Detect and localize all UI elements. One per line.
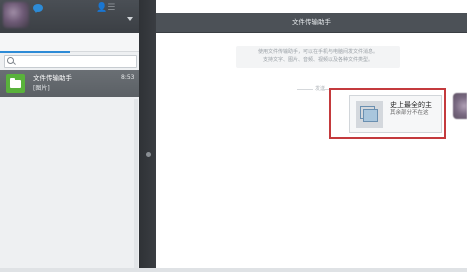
intro-line: 使用文件传输助手，可以在手机与电脑间发文件消息。 (257, 49, 378, 55)
search-icon (7, 57, 14, 64)
contact-avatar[interactable] (453, 93, 467, 119)
intro-message: 使用文件传输助手，可以在手机与电脑间发文件消息。 支持文字、图片、音频、视频以及… (236, 46, 400, 68)
divider-handle[interactable] (146, 152, 151, 157)
sidebar-tabs (0, 33, 139, 52)
intro-line: 支持文字、图片、音频、视频以及各种文件类型。 (262, 57, 373, 63)
chat-header: 文件传输助手 (156, 13, 467, 33)
chat-title: 文件传输助手 (292, 18, 331, 26)
chat-area (156, 33, 467, 272)
active-tab-indicator (0, 51, 70, 53)
sidebar-scrollbar[interactable] (134, 99, 138, 272)
separator-line (297, 89, 313, 90)
highlight-box (329, 88, 446, 139)
folder-icon (6, 74, 25, 93)
chevron-down-icon[interactable] (127, 17, 133, 21)
panel-divider[interactable] (139, 0, 156, 272)
bottom-edge (0, 268, 467, 272)
conversation-time: 8:53 (121, 74, 135, 81)
user-avatar[interactable] (3, 2, 29, 28)
contacts-icon[interactable]: 👤☰ (96, 3, 115, 13)
conversation-item[interactable]: 文件传输助手 [图片] 8:53 (0, 70, 139, 97)
conversation-preview: [图片] (33, 85, 50, 92)
conversation-title: 文件传输助手 (33, 74, 72, 82)
chat-icon[interactable] (33, 4, 43, 13)
search-input[interactable] (4, 55, 137, 68)
